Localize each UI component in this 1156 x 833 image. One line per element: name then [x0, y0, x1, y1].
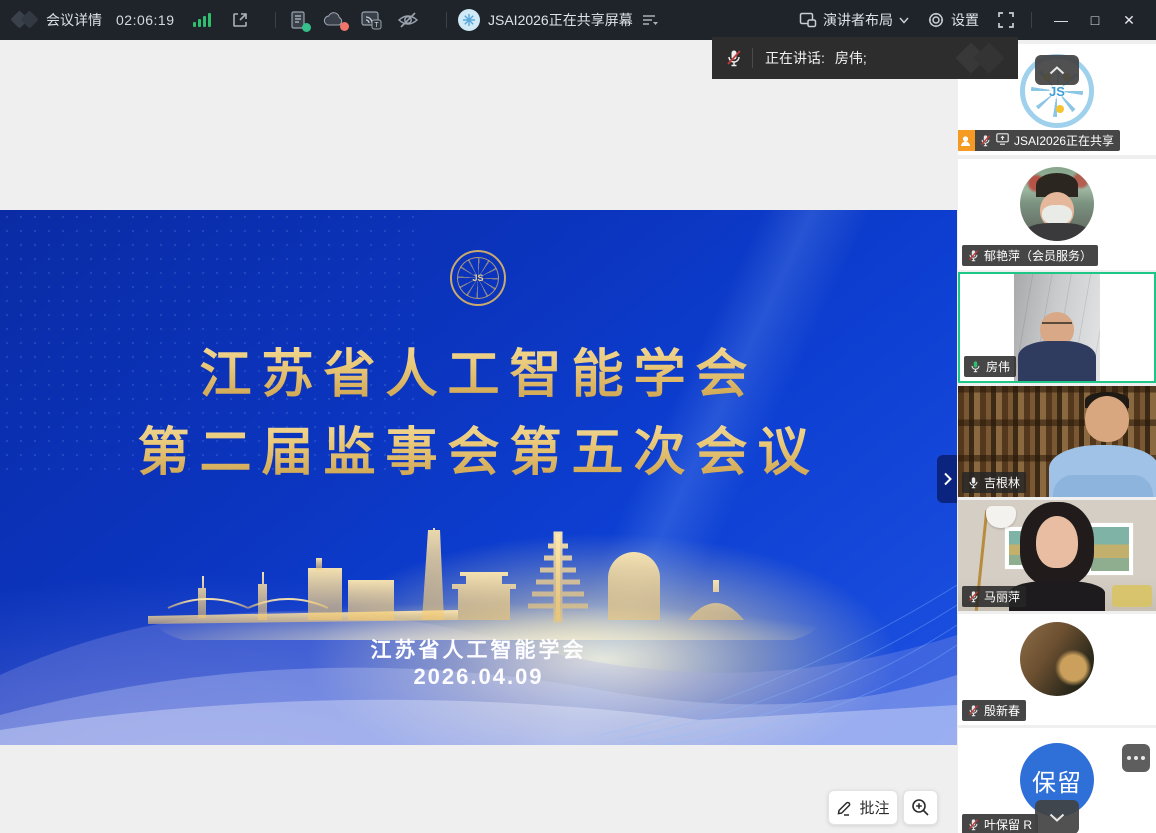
emblem-monogram: JS	[472, 273, 483, 283]
city-skyline-graphic	[128, 528, 828, 640]
participant-name: 叶保留 R	[984, 816, 1032, 833]
cloud-icon[interactable]	[322, 11, 346, 29]
meeting-app-window: 会议详情 02:06:19 T	[0, 0, 1156, 833]
scroll-down-button[interactable]	[1035, 800, 1079, 833]
muted-mic-icon	[968, 704, 979, 717]
slide-title-line2: 第二届监事会第五次会议	[0, 410, 957, 485]
participant-label: 吉根林	[962, 472, 1026, 493]
participant-label: 马丽萍	[962, 586, 1026, 607]
sharer-avatar	[458, 9, 480, 31]
window-minimize-button[interactable]: —	[1044, 0, 1078, 40]
slide-footer-date: 2026.04.09	[0, 664, 957, 690]
participant-name: 房伟	[986, 358, 1010, 375]
document-record-icon[interactable]	[288, 10, 308, 30]
participant-tile-maliping[interactable]: 马丽萍	[958, 500, 1156, 611]
cloud-status-dot	[340, 22, 349, 31]
chevron-up-icon	[1049, 66, 1065, 75]
speaking-toast: 正在讲话: 房伟;	[712, 37, 1018, 79]
participant-label: 叶保留 R	[962, 814, 1038, 833]
layout-button-label: 演讲者布局	[823, 10, 893, 30]
share-list-dropdown-icon[interactable]	[641, 13, 659, 27]
window-close-button[interactable]: ✕	[1112, 0, 1146, 40]
mic-icon	[968, 476, 979, 489]
participant-label: 房伟	[964, 356, 1016, 377]
participant-tile-yuyanping[interactable]: 郁艳萍（会员服务）	[958, 159, 1156, 270]
participant-tile-fangwei[interactable]: 房伟	[958, 272, 1156, 383]
host-badge-icon	[958, 130, 975, 151]
titlebar: 会议详情 02:06:19 T	[0, 0, 1156, 40]
participant-photo-avatar	[1020, 167, 1094, 241]
svg-text:T: T	[374, 22, 379, 29]
participant-name: 吉根林	[984, 474, 1020, 491]
speaker-names: 房伟;	[835, 48, 867, 68]
speaking-label: 正在讲话:	[765, 48, 825, 68]
participant-label: JSAI2026正在共享	[962, 130, 1120, 151]
slide-footer-org: 江苏省人工智能学会	[0, 634, 957, 664]
settings-button-label: 设置	[951, 10, 979, 30]
document-status-dot	[302, 23, 311, 32]
logo-monogram: JS	[1049, 84, 1065, 99]
slide-title-line1: 江苏省人工智能学会	[0, 332, 957, 407]
network-signal-icon[interactable]	[193, 13, 211, 27]
participant-name: 殷新春	[984, 702, 1020, 719]
participant-name: 郁艳萍（会员服务）	[984, 247, 1092, 264]
participant-video	[1014, 274, 1100, 381]
settings-button[interactable]: 设置	[927, 10, 979, 30]
participant-name: JSAI2026正在共享	[1014, 132, 1114, 149]
fullscreen-button[interactable]	[997, 11, 1015, 29]
scroll-up-button[interactable]	[1035, 55, 1079, 85]
zoom-in-button[interactable]	[903, 790, 938, 825]
chevron-right-icon	[943, 472, 952, 486]
next-page-tab[interactable]	[937, 455, 957, 503]
screen-share-icon	[996, 133, 1009, 148]
muted-mic-icon	[968, 590, 979, 603]
muted-mic-icon	[968, 249, 979, 262]
magnifier-plus-icon	[911, 798, 930, 817]
participant-label: 殷新春	[962, 700, 1026, 721]
open-external-icon[interactable]	[231, 11, 249, 29]
gear-icon	[927, 11, 945, 29]
meeting-timer: 02:06:19	[116, 12, 175, 28]
annotate-button-label: 批注	[859, 797, 889, 818]
window-maximize-button[interactable]: □	[1078, 0, 1112, 40]
hide-view-icon[interactable]	[396, 10, 420, 30]
participant-photo-avatar	[1020, 622, 1094, 696]
participant-tile-yinxinchun[interactable]: 殷新春	[958, 614, 1156, 725]
watermark-logo-icon	[954, 43, 1010, 73]
chevron-down-icon	[899, 17, 909, 24]
meeting-details-button[interactable]: 会议详情	[46, 10, 102, 30]
muted-mic-icon	[980, 134, 991, 147]
sharing-title: JSAI2026正在共享屏幕	[488, 10, 633, 30]
participant-name: 马丽萍	[984, 588, 1020, 605]
participants-sidebar: JS JSAI2026正在共享	[958, 40, 1156, 833]
muted-mic-icon	[726, 49, 742, 67]
participant-label: 郁艳萍（会员服务）	[962, 245, 1098, 266]
pen-icon	[836, 799, 853, 816]
cast-screen-icon[interactable]: T	[360, 10, 382, 30]
shared-screen-slide: JS 江苏省人工智能学会 第二届监事会第五次会议	[0, 210, 957, 745]
annotate-button[interactable]: 批注	[828, 790, 898, 825]
app-logo-icon	[12, 11, 38, 29]
participant-tile-jigenlin[interactable]: 吉根林	[958, 386, 1156, 497]
speaking-mic-icon	[970, 360, 981, 373]
layout-button[interactable]: 演讲者布局	[799, 10, 909, 30]
society-emblem: JS	[450, 250, 506, 306]
chevron-down-icon	[1049, 813, 1065, 822]
participant-more-button[interactable]	[1122, 744, 1150, 772]
muted-mic-icon	[968, 818, 979, 831]
